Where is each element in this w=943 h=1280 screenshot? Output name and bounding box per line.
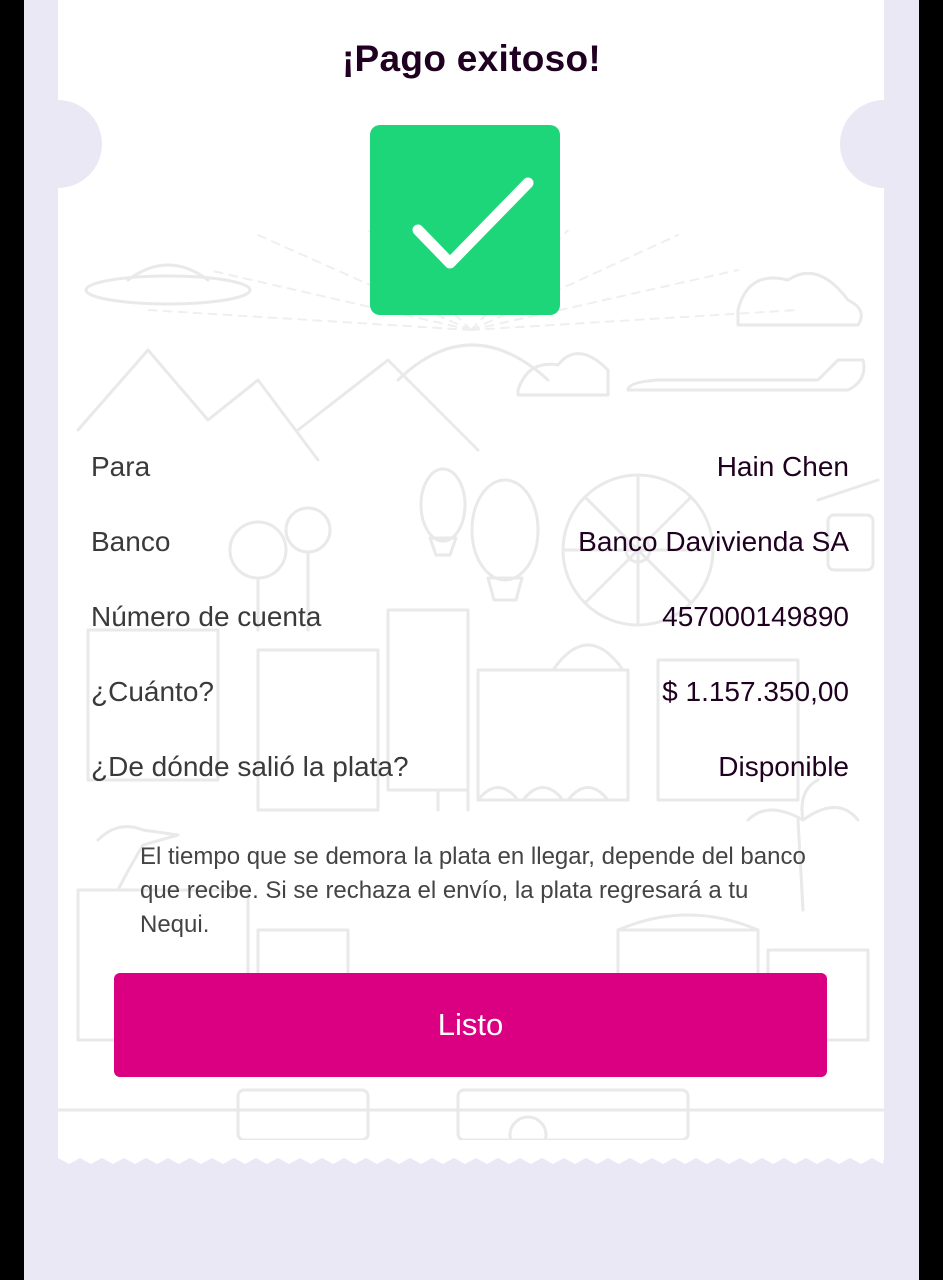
detail-value: $ 1.157.350,00 [662,676,849,707]
ticket-zigzag-edge [58,1144,884,1164]
detail-row-account-number: Número de cuenta 457000149890 [91,595,849,670]
detail-row-bank: Banco Banco Davivienda SA [91,520,849,595]
done-button[interactable]: Listo [114,973,827,1077]
detail-row-source: ¿De dónde salió la plata? Disponible [91,745,849,820]
detail-value: Banco Davivienda SA [578,526,849,557]
payment-details: Para Hain Chen Banco Banco Davivienda SA… [91,445,849,820]
detail-row-amount: ¿Cuánto? $ 1.157.350,00 [91,670,849,745]
detail-row-recipient: Para Hain Chen [91,445,849,520]
ticket-notch-right [840,100,919,188]
detail-label: ¿De dónde salió la plata? [91,751,409,782]
detail-label: ¿Cuánto? [91,676,214,707]
screen: ¡Pago exitoso! Para Hain Chen Banco Banc… [24,0,919,1280]
ticket-notch-left [24,100,102,188]
detail-label: Banco [91,526,171,557]
detail-value: Hain Chen [716,451,849,482]
detail-label: Número de cuenta [91,601,322,632]
detail-value: 457000149890 [662,601,849,632]
detail-label: Para [91,451,151,482]
success-badge [370,125,560,315]
detail-value: Disponible [718,751,849,782]
page-title: ¡Pago exitoso! [341,38,602,79]
info-note: El tiempo que se demora la plata en lleg… [140,843,806,938]
check-icon [412,177,534,269]
